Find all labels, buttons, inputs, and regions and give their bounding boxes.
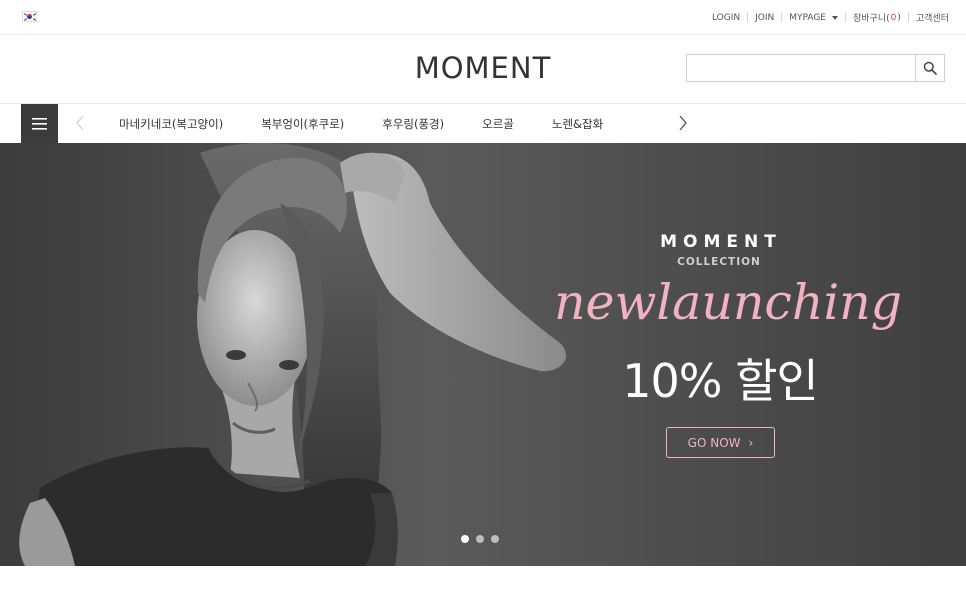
join-link[interactable]: JOIN (748, 13, 781, 23)
hero-collection-label: COLLECTION (677, 256, 761, 268)
cart-count: 0 (890, 12, 897, 23)
go-now-label: GO NOW (687, 435, 741, 450)
hamburger-icon (32, 117, 47, 130)
chevron-right-icon: › (748, 435, 754, 450)
chevron-right-icon[interactable] (674, 114, 692, 132)
category-list: 마네키네코(복고양이) 복부엉이(후쿠로) 후우링(풍경) 오르골 노렌&잡화 (100, 104, 622, 143)
cart-link[interactable]: 장바구니(0) (846, 11, 908, 25)
go-now-button[interactable]: GO NOW › (666, 427, 775, 458)
korea-flag-icon[interactable] (22, 11, 37, 22)
caret-down-icon (831, 15, 838, 20)
hero-brand: MOMENT (660, 232, 782, 252)
category-item[interactable]: 마네키네코(복고양이) (100, 116, 242, 132)
hero-script-text: newlaunching (553, 274, 903, 331)
category-item[interactable]: 복부엉이(후쿠로) (242, 116, 363, 132)
search-box (686, 54, 945, 82)
slide-dot[interactable] (491, 535, 499, 543)
category-item[interactable]: 노렌&잡화 (533, 116, 622, 132)
search-input[interactable] (687, 55, 915, 81)
slide-dot[interactable] (476, 535, 484, 543)
hero-banner[interactable]: MOMENT COLLECTION newlaunching 10% 할인 GO… (0, 143, 966, 566)
hero-promo-text: 10% 할인 (622, 354, 819, 408)
top-utility-bar: LOGIN JOIN MYPAGE 장바구니(0) 고객센터 (0, 0, 966, 35)
utility-links: LOGIN JOIN MYPAGE 장바구니(0) 고객센터 (705, 0, 956, 35)
model-photo (19, 143, 567, 566)
slide-dot[interactable] (461, 535, 469, 543)
customer-center-link[interactable]: 고객센터 (909, 11, 956, 24)
slider-pagination (461, 535, 506, 543)
search-button[interactable] (915, 55, 944, 81)
search-icon (923, 61, 937, 75)
mypage-dropdown[interactable]: MYPAGE (782, 13, 845, 23)
category-nav: 마네키네코(복고양이) 복부엉이(후쿠로) 후우링(풍경) 오르골 노렌&잡화 (0, 104, 966, 143)
login-link[interactable]: LOGIN (705, 13, 747, 23)
category-item[interactable]: 오르골 (463, 116, 533, 132)
chevron-left-icon[interactable] (72, 114, 90, 132)
menu-button[interactable] (21, 104, 58, 143)
site-header: MOMENT (0, 35, 966, 104)
category-item[interactable]: 후우링(풍경) (363, 116, 463, 132)
